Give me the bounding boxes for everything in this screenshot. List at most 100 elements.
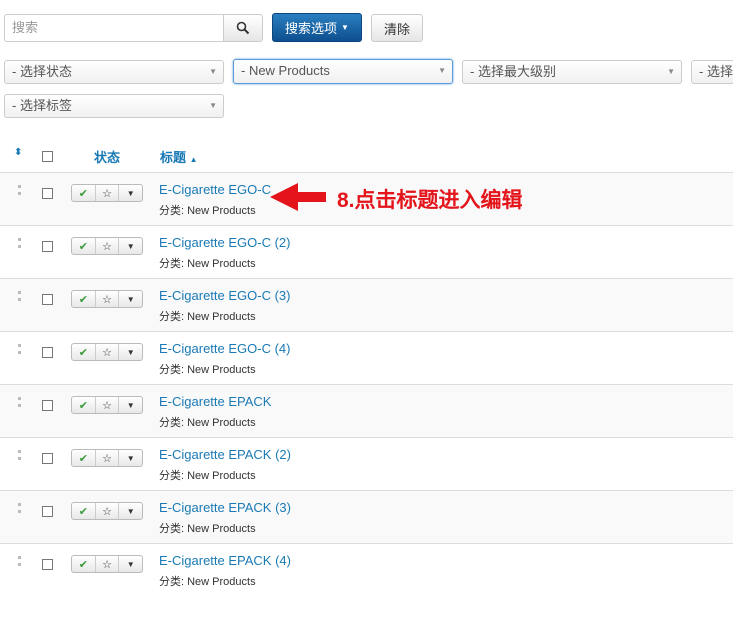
annotation-text: 8.点击标题进入编辑	[337, 189, 523, 212]
arrow-annotation-icon	[270, 183, 326, 211]
featured-star-icon[interactable]: ☆	[96, 185, 120, 201]
table-row: ✔ ☆ ▼ E-Cigarette EPACK 分类: New Products	[0, 384, 733, 437]
row-checkbox[interactable]	[42, 188, 53, 199]
article-title-link[interactable]: E-Cigarette EGO-C (3)	[159, 288, 290, 303]
status-button-group: ✔ ☆ ▼	[71, 184, 143, 202]
table-row: ✔ ☆ ▼ E-Cigarette EPACK (3) 分类: New Produc…	[0, 490, 733, 543]
actions-dropdown-toggle[interactable]: ▼	[119, 344, 142, 360]
article-category: 分类: New Products	[159, 364, 256, 376]
status-button-group: ✔ ☆ ▼	[71, 502, 143, 520]
table-row: ✔ ☆ ▼ E-Cigarette EGO-C (2) 分类: New Produc…	[0, 225, 733, 278]
status-button-group: ✔ ☆ ▼	[71, 290, 143, 308]
search-options-label: 搜索选项	[285, 21, 338, 36]
status-button-group: ✔ ☆ ▼	[71, 449, 143, 467]
article-title-link[interactable]: E-Cigarette EPACK (2)	[159, 447, 291, 462]
title-column-header[interactable]: 标题 ▲	[160, 147, 198, 166]
status-button-group: ✔ ☆ ▼	[71, 396, 143, 414]
drag-handle-icon[interactable]	[18, 344, 21, 354]
other-filter-value: - 选择	[699, 64, 733, 79]
status-button-group: ✔ ☆ ▼	[71, 343, 143, 361]
table-row: ✔ ☆ ▼ E-Cigarette EGO-C (3) 分类: New Produc…	[0, 278, 733, 331]
row-checkbox[interactable]	[42, 400, 53, 411]
drag-handle-icon[interactable]	[18, 185, 21, 195]
row-checkbox[interactable]	[42, 347, 53, 358]
max-level-filter-value: - 选择最大级别	[470, 64, 556, 79]
actions-dropdown-toggle[interactable]: ▼	[119, 291, 142, 307]
category-filter[interactable]: - New Products ▼	[233, 59, 453, 84]
other-filter[interactable]: - 选择	[691, 60, 733, 84]
featured-star-icon[interactable]: ☆	[96, 238, 120, 254]
actions-dropdown-toggle[interactable]: ▼	[119, 450, 142, 466]
actions-dropdown-toggle[interactable]: ▼	[119, 397, 142, 413]
published-toggle[interactable]: ✔	[72, 450, 96, 466]
drag-handle-icon[interactable]	[18, 556, 21, 566]
row-checkbox[interactable]	[42, 453, 53, 464]
article-category: 分类: New Products	[159, 205, 256, 217]
actions-dropdown-toggle[interactable]: ▼	[119, 185, 142, 201]
article-title-link[interactable]: E-Cigarette EGO-C (2)	[159, 235, 290, 250]
table-row: ✔ ☆ ▼ E-Cigarette EGO-C (4) 分类: New Produc…	[0, 331, 733, 384]
published-toggle[interactable]: ✔	[72, 238, 96, 254]
caret-down-icon: ▼	[209, 101, 217, 110]
actions-dropdown-toggle[interactable]: ▼	[119, 238, 142, 254]
status-column-header[interactable]: 状态	[94, 147, 120, 166]
article-title-link[interactable]: E-Cigarette EPACK (4)	[159, 553, 291, 568]
featured-star-icon[interactable]: ☆	[96, 397, 120, 413]
search-button[interactable]	[223, 14, 263, 42]
article-category: 分类: New Products	[159, 311, 256, 323]
search-input[interactable]: 搜索	[4, 14, 224, 42]
tag-filter[interactable]: - 选择标签 ▼	[4, 94, 224, 118]
caret-down-icon: ▼	[341, 23, 349, 32]
article-title-link[interactable]: E-Cigarette EGO-C	[159, 182, 271, 197]
row-checkbox[interactable]	[42, 506, 53, 517]
article-title-link[interactable]: E-Cigarette EPACK	[159, 394, 271, 409]
search-options-button[interactable]: 搜索选项 ▼	[272, 13, 362, 42]
actions-dropdown-toggle[interactable]: ▼	[119, 556, 142, 572]
article-category: 分类: New Products	[159, 470, 256, 482]
category-filter-value: - New Products	[241, 63, 330, 78]
status-button-group: ✔ ☆ ▼	[71, 237, 143, 255]
caret-down-icon: ▼	[438, 66, 446, 75]
published-toggle[interactable]: ✔	[72, 397, 96, 413]
drag-handle-icon[interactable]	[18, 238, 21, 248]
search-icon	[236, 21, 250, 35]
title-header-label: 标题	[160, 150, 187, 165]
row-checkbox[interactable]	[42, 294, 53, 305]
featured-star-icon[interactable]: ☆	[96, 503, 120, 519]
actions-dropdown-toggle[interactable]: ▼	[119, 503, 142, 519]
article-category: 分类: New Products	[159, 417, 256, 429]
published-toggle[interactable]: ✔	[72, 344, 96, 360]
featured-star-icon[interactable]: ☆	[96, 291, 120, 307]
tag-filter-value: - 选择标签	[12, 98, 72, 113]
table-row: ✔ ☆ ▼ E-Cigarette EPACK (2) 分类: New Produc…	[0, 437, 733, 490]
published-toggle[interactable]: ✔	[72, 503, 96, 519]
row-checkbox[interactable]	[42, 559, 53, 570]
published-toggle[interactable]: ✔	[72, 185, 96, 201]
drag-handle-icon[interactable]	[18, 397, 21, 407]
row-checkbox[interactable]	[42, 241, 53, 252]
clear-button[interactable]: 清除	[371, 14, 423, 42]
status-button-group: ✔ ☆ ▼	[71, 555, 143, 573]
sort-asc-icon: ▲	[189, 155, 198, 164]
status-filter[interactable]: - 选择状态 ▼	[4, 60, 224, 84]
article-category: 分类: New Products	[159, 523, 256, 535]
select-all-checkbox[interactable]	[42, 151, 53, 162]
featured-star-icon[interactable]: ☆	[96, 344, 120, 360]
caret-down-icon: ▼	[667, 67, 675, 76]
featured-star-icon[interactable]: ☆	[96, 450, 120, 466]
drag-handle-icon[interactable]	[18, 503, 21, 513]
caret-down-icon: ▼	[209, 67, 217, 76]
article-category: 分类: New Products	[159, 258, 256, 270]
max-level-filter[interactable]: - 选择最大级别 ▼	[462, 60, 682, 84]
article-title-link[interactable]: E-Cigarette EPACK (3)	[159, 500, 291, 515]
published-toggle[interactable]: ✔	[72, 291, 96, 307]
drag-handle-icon[interactable]	[18, 450, 21, 460]
article-title-link[interactable]: E-Cigarette EGO-C (4)	[159, 341, 290, 356]
ordering-sort-icon[interactable]: ⬍	[14, 147, 22, 158]
status-filter-value: - 选择状态	[12, 64, 72, 79]
table-row: ✔ ☆ ▼ E-Cigarette EPACK (4) 分类: New Produc…	[0, 543, 733, 596]
published-toggle[interactable]: ✔	[72, 556, 96, 572]
drag-handle-icon[interactable]	[18, 291, 21, 301]
article-category: 分类: New Products	[159, 576, 256, 588]
featured-star-icon[interactable]: ☆	[96, 556, 120, 572]
